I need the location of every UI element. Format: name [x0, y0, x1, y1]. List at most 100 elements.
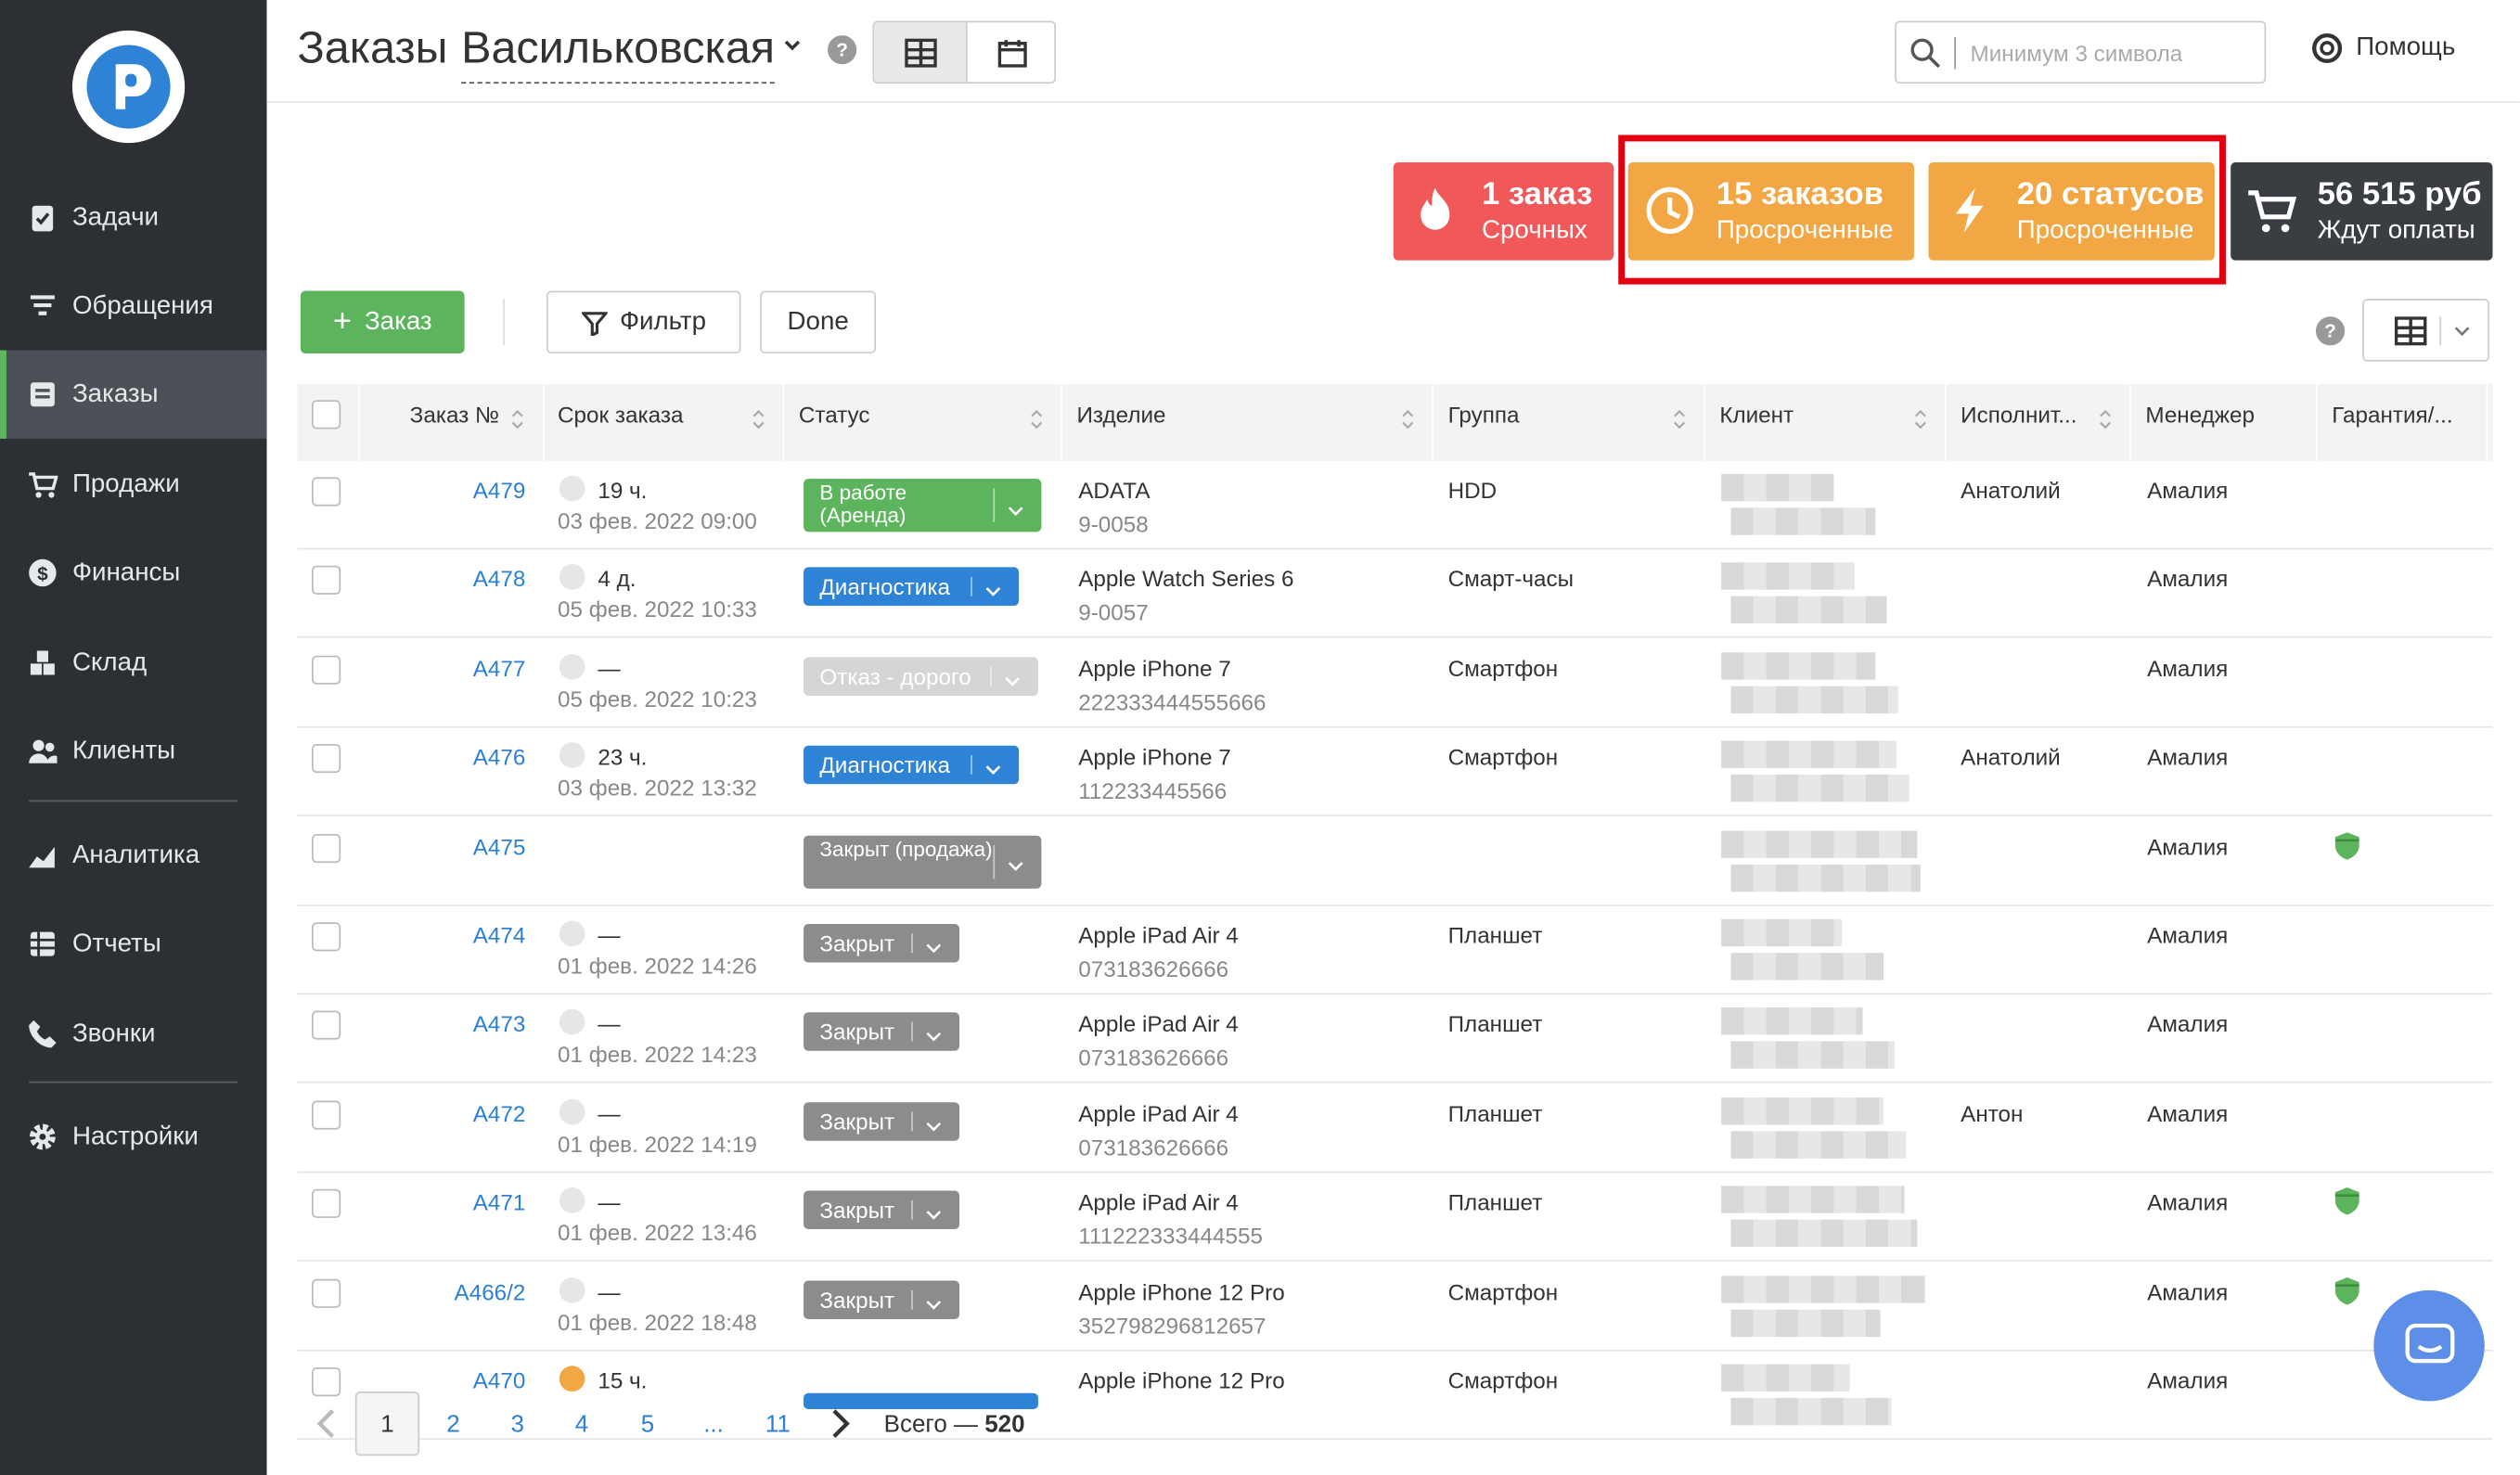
sidebar-item-2[interactable]: Заказы	[0, 350, 267, 439]
columns-button[interactable]	[2362, 299, 2490, 362]
sort-icon[interactable]	[752, 404, 765, 433]
branch-selector[interactable]: Васильковская	[461, 22, 776, 84]
column-header[interactable]: Изделие	[1077, 402, 1166, 428]
sidebar-item-1[interactable]: Обращения	[0, 262, 267, 350]
chat-button[interactable]	[2373, 1289, 2485, 1402]
table-view-button[interactable]	[874, 22, 966, 83]
order-number-link[interactable]: A478	[473, 566, 526, 592]
order-number-link[interactable]: A471	[473, 1189, 526, 1215]
table-row[interactable]: A475 Закрыт (продажа) Амалия	[297, 817, 2493, 906]
row-checkbox[interactable]	[312, 655, 341, 685]
done-button[interactable]: Done	[760, 290, 876, 354]
order-number-link[interactable]: A479	[473, 477, 526, 503]
table-row[interactable]: A477 — 05 фев. 2022 10:23 Отказ - дорого App…	[297, 639, 2493, 728]
status-dropdown[interactable]: Закрыт	[804, 1012, 960, 1052]
row-checkbox[interactable]	[312, 833, 341, 863]
status-dropdown[interactable]: Закрыт (продажа)	[804, 834, 1042, 889]
client-name-redacted	[1721, 1364, 1850, 1392]
sidebar-item-3[interactable]: Продажи	[0, 441, 267, 529]
stat-card-0[interactable]: 1 заказ Срочных	[1393, 161, 1614, 261]
table-row[interactable]: A473 — 01 фев. 2022 14:23 Закрыт Apple iPad …	[297, 995, 2493, 1084]
row-checkbox[interactable]	[312, 566, 341, 596]
filter-button[interactable]: Фильтр	[546, 290, 741, 354]
table-row[interactable]: A472 — 01 фев. 2022 14:19 Закрыт Apple iPad …	[297, 1084, 2493, 1174]
help-icon[interactable]: ?	[828, 35, 857, 65]
order-number-link[interactable]: A466/2	[455, 1278, 526, 1304]
add-order-button[interactable]: + Заказ	[300, 290, 465, 354]
calendar-view-button[interactable]	[965, 22, 1054, 83]
help-icon[interactable]: ?	[2315, 316, 2346, 346]
column-header[interactable]: Срок заказа	[558, 402, 683, 428]
sidebar-item-10[interactable]: Настройки	[0, 1093, 267, 1181]
status-dropdown[interactable]: Отказ - дорого	[804, 657, 1038, 696]
sidebar-item-0[interactable]: Задачи	[0, 173, 267, 262]
column-header[interactable]: Заказ №	[410, 402, 499, 428]
table-row[interactable]: A471 — 01 фев. 2022 13:46 Закрыт Apple iPad …	[297, 1174, 2493, 1263]
sort-icon[interactable]	[2099, 404, 2112, 433]
sort-icon[interactable]	[1673, 404, 1686, 433]
divider	[911, 933, 913, 954]
sort-icon[interactable]	[511, 404, 524, 433]
row-checkbox[interactable]	[312, 1011, 341, 1041]
app-logo[interactable]	[71, 30, 186, 144]
page-button[interactable]: ...	[693, 1392, 735, 1456]
chevron-down-icon[interactable]	[783, 35, 803, 55]
prev-page-button[interactable]	[310, 1392, 342, 1456]
table-row[interactable]: A466/2 — 01 фев. 2022 18:48 Закрыт Apple iPh…	[297, 1263, 2493, 1351]
page-button[interactable]: 5	[627, 1392, 669, 1456]
table-row[interactable]: A474 — 01 фев. 2022 14:26 Закрыт Apple iPad …	[297, 906, 2493, 995]
table-row[interactable]: A478 4 д. 05 фев. 2022 10:33 Диагностика App…	[297, 550, 2493, 639]
order-number-link[interactable]: A470	[473, 1367, 526, 1393]
next-page-button[interactable]	[825, 1392, 857, 1456]
stat-card-3[interactable]: 56 515 руб Ждут оплаты	[2231, 161, 2493, 261]
page-button[interactable]: 2	[432, 1392, 474, 1456]
table-row[interactable]: A476 23 ч. 03 фев. 2022 13:32 Диагностика Ap…	[297, 728, 2493, 817]
column-header[interactable]: Гарантия/...	[2332, 402, 2452, 428]
sidebar-item-9[interactable]: Звонки	[0, 990, 267, 1078]
order-number-link[interactable]: A472	[473, 1100, 526, 1126]
page-button[interactable]: 3	[496, 1392, 538, 1456]
column-header[interactable]: Клиент	[1719, 402, 1794, 428]
status-dropdown[interactable]: Закрыт	[804, 1279, 960, 1319]
order-number-link[interactable]: A474	[473, 922, 526, 948]
row-checkbox[interactable]	[312, 1100, 341, 1130]
row-checkbox[interactable]	[312, 922, 341, 952]
status-dropdown[interactable]: Закрыт	[804, 1101, 960, 1141]
status-dropdown[interactable]: В работе (Аренда)	[804, 479, 1042, 532]
order-number-link[interactable]: A477	[473, 655, 526, 681]
sidebar-item-8[interactable]: Отчеты	[0, 900, 267, 988]
order-number-link[interactable]: A475	[473, 833, 526, 859]
row-checkbox[interactable]	[312, 477, 341, 507]
clock-icon	[559, 1009, 585, 1036]
column-header[interactable]: Менеджер	[2145, 402, 2255, 428]
column-header[interactable]: Статус	[799, 402, 870, 428]
column-header[interactable]: Группа	[1448, 402, 1520, 428]
status-dropdown[interactable]: Диагностика	[804, 746, 1020, 785]
help-link[interactable]: Помощь	[2311, 32, 2455, 65]
order-number-link[interactable]: A476	[473, 744, 526, 770]
product-serial: 222333444555666	[1078, 688, 1266, 715]
order-number-link[interactable]: A473	[473, 1011, 526, 1037]
page-button[interactable]: 4	[561, 1392, 603, 1456]
sort-icon[interactable]	[1401, 404, 1414, 433]
status-dropdown[interactable]: Закрыт	[804, 1190, 960, 1230]
sidebar-item-7[interactable]: Аналитика	[0, 812, 267, 900]
column-header[interactable]: Исполнит...	[1961, 402, 2076, 428]
status-dropdown[interactable]: Закрыт	[804, 923, 960, 963]
sort-icon[interactable]	[1030, 404, 1043, 433]
page-button[interactable]: 1	[354, 1391, 420, 1456]
search-input[interactable]: Минимум 3 символа	[1971, 40, 2183, 66]
sidebar-item-label: Продажи	[71, 469, 180, 498]
page-button[interactable]: 11	[757, 1392, 799, 1456]
row-checkbox[interactable]	[312, 1189, 341, 1219]
sort-icon[interactable]	[1914, 404, 1927, 433]
select-all-checkbox[interactable]	[312, 400, 341, 430]
analytics-icon	[27, 840, 58, 871]
row-checkbox[interactable]	[312, 1278, 341, 1308]
sidebar-item-4[interactable]: $ Финансы	[0, 529, 267, 617]
sidebar-item-5[interactable]: Склад	[0, 619, 267, 707]
table-row[interactable]: A479 19 ч. 03 фев. 2022 09:00 В работе (Аре…	[297, 461, 2493, 550]
row-checkbox[interactable]	[312, 744, 341, 774]
status-dropdown[interactable]: Диагностика	[804, 568, 1020, 607]
sidebar-item-6[interactable]: Клиенты	[0, 707, 267, 795]
